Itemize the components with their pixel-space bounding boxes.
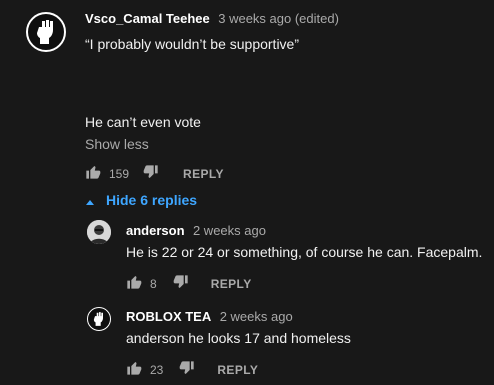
thumbs-down-icon[interactable] xyxy=(173,274,189,293)
reply-like-count: 8 xyxy=(150,276,157,291)
raised-fist-icon xyxy=(93,312,103,326)
thumbs-down-icon[interactable] xyxy=(143,164,159,183)
comment-author[interactable]: Vsco_Camal Teehee xyxy=(85,11,210,26)
thumbs-up-icon[interactable] xyxy=(126,274,142,293)
thumbs-down-icon[interactable] xyxy=(179,360,195,379)
caret-up-icon xyxy=(86,192,94,208)
thumbs-up-icon[interactable] xyxy=(126,360,142,379)
comment-text-line-1: “I probably wouldn’t be supportive” xyxy=(85,36,300,52)
comment-time[interactable]: 3 weeks ago (edited) xyxy=(218,11,339,26)
comment-reply-button[interactable]: REPLY xyxy=(183,167,224,181)
comment-like-count: 159 xyxy=(109,166,130,181)
reply-header: anderson 2 weeks ago xyxy=(126,222,266,240)
reply-actions: 23 REPLY xyxy=(126,360,258,379)
comment-text-line-2: He can’t even vote xyxy=(85,114,201,130)
reply-avatar[interactable] xyxy=(87,220,111,244)
reply-actions: 8 REPLY xyxy=(126,274,252,293)
show-less-button[interactable]: Show less xyxy=(85,136,149,152)
thumbs-up-icon[interactable] xyxy=(85,164,101,183)
raised-fist-icon xyxy=(37,20,53,44)
comment-actions: 159 REPLY xyxy=(85,164,224,183)
hide-replies-label: Hide 6 replies xyxy=(106,192,198,208)
reply-time[interactable]: 2 weeks ago xyxy=(193,223,266,238)
person-photo-icon xyxy=(87,220,111,244)
comment-header: Vsco_Camal Teehee 3 weeks ago (edited) xyxy=(85,10,339,28)
reply-author[interactable]: ROBLOX TEA xyxy=(126,309,211,324)
reply-text: anderson he looks 17 and homeless xyxy=(126,330,351,346)
reply-author[interactable]: anderson xyxy=(126,223,185,238)
reply-like-count: 23 xyxy=(150,362,164,377)
reply-reply-button[interactable]: REPLY xyxy=(217,363,258,377)
comment-avatar[interactable] xyxy=(26,12,66,52)
reply-time[interactable]: 2 weeks ago xyxy=(220,309,293,324)
reply-avatar[interactable] xyxy=(87,307,111,331)
hide-replies-button[interactable]: Hide 6 replies xyxy=(86,192,197,208)
reply-header: ROBLOX TEA 2 weeks ago xyxy=(126,308,293,326)
reply-text: He is 22 or 24 or something, of course h… xyxy=(126,244,483,260)
reply-reply-button[interactable]: REPLY xyxy=(211,277,252,291)
